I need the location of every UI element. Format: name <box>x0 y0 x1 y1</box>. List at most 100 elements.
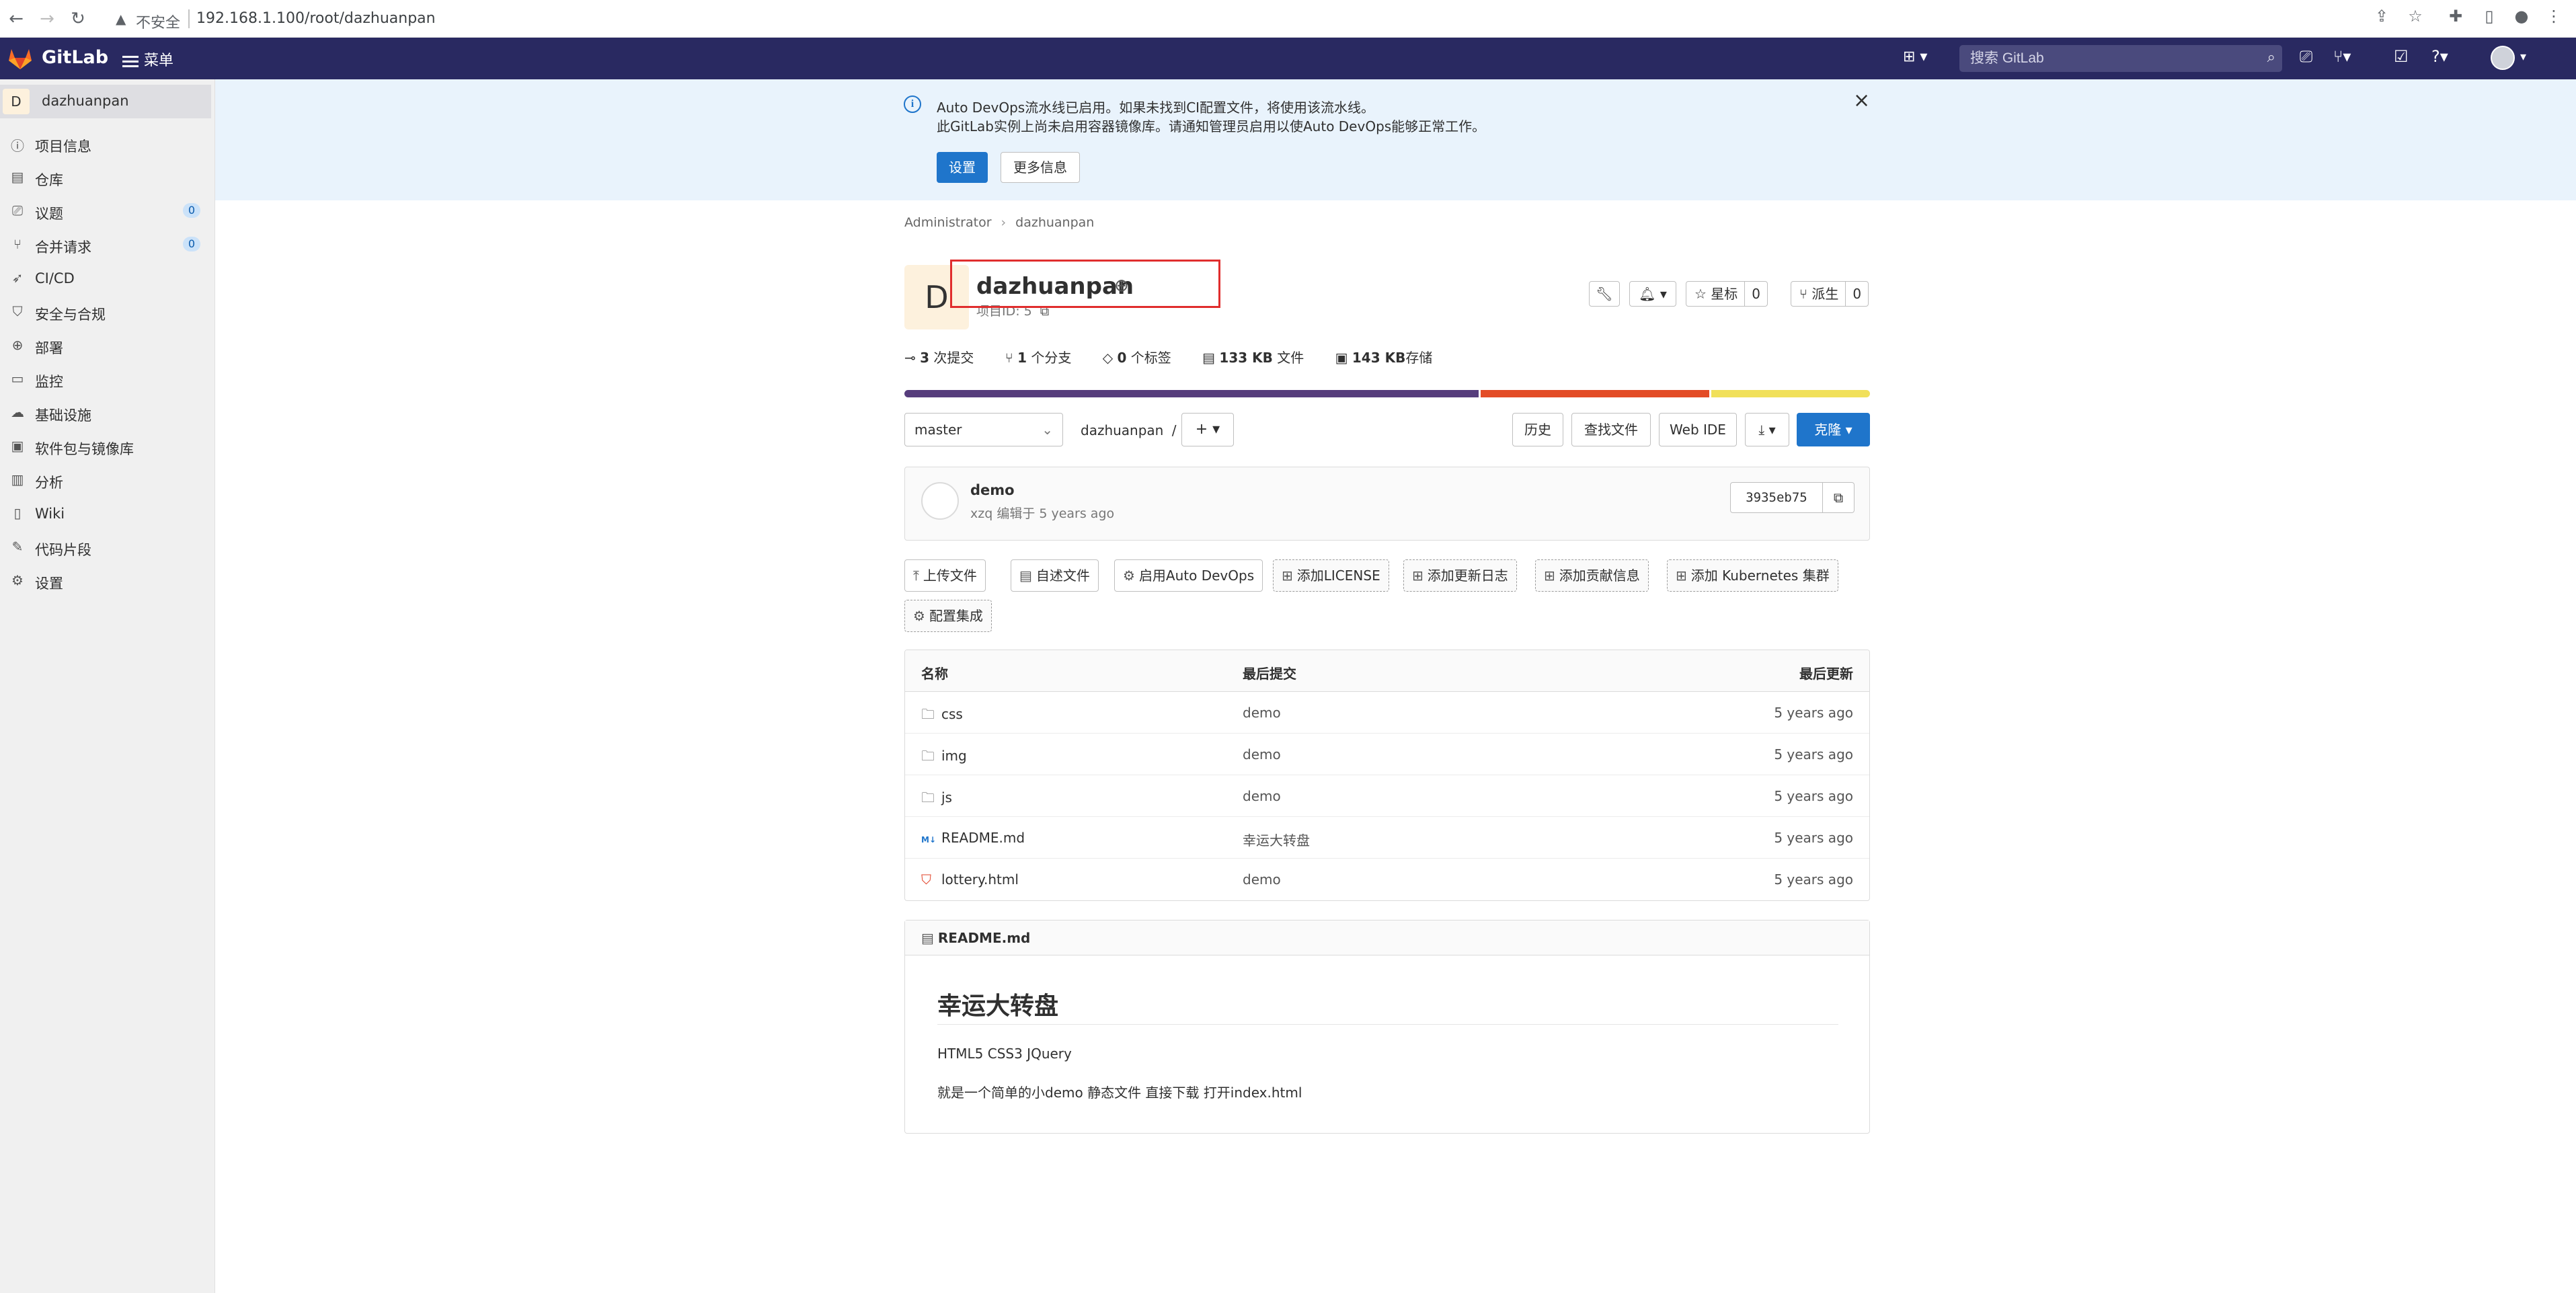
language-segment[interactable] <box>904 390 1479 397</box>
language-segment[interactable] <box>1711 390 1870 397</box>
sidebar-item-snippets[interactable]: ✎ 代码片段 <box>0 531 211 562</box>
table-row[interactable]: 🗀︎ css demo 5 years ago <box>905 692 1869 734</box>
file-name-cell[interactable]: M↓ README.md <box>921 830 1025 846</box>
side-panel-icon[interactable]: ▯ <box>2477 7 2501 26</box>
star-button[interactable]: ☆ 星标 0 <box>1686 281 1768 307</box>
file-name-cell[interactable]: 🗀︎ img <box>921 746 967 769</box>
sidebar-item-infrastructure[interactable]: ☁ 基础设施 <box>0 397 211 428</box>
history-button[interactable]: 历史 <box>1512 413 1563 446</box>
gitlab-brand[interactable]: GitLab <box>42 47 108 68</box>
banner-more-info-button[interactable]: 更多信息 <box>1001 152 1080 183</box>
issues-header-icon[interactable]: ⎚ <box>2300 47 2312 66</box>
quick-action-label: 上传文件 <box>923 567 977 584</box>
add-contributing-button[interactable]: ⊞ 添加贡献信息 <box>1535 559 1649 592</box>
share-icon[interactable]: ⇪ <box>2370 7 2394 26</box>
commit-author-avatar[interactable] <box>921 482 959 520</box>
storage-label: 存储 <box>1405 350 1433 366</box>
copy-sha-button[interactable]: ⧉ <box>1822 482 1855 513</box>
sidebar-item-monitor[interactable]: ▭ 监控 <box>0 363 211 394</box>
banner-settings-button[interactable]: 设置 <box>937 152 988 183</box>
sidebar-item-settings[interactable]: ⚙ 设置 <box>0 565 211 596</box>
tags-stat[interactable]: ◇ 0 个标签 <box>1103 350 1185 366</box>
search-box[interactable]: ⌕ <box>1959 45 2282 72</box>
table-row[interactable]: M↓ README.md 幸运大转盘 5 years ago <box>905 817 1869 859</box>
auto-devops-banner: i Auto DevOps流水线已启用。如果未找到CI配置文件，将使用该流水线。… <box>215 79 2576 200</box>
readme-filename: README.md <box>937 930 1031 946</box>
add-license-button[interactable]: ⊞ 添加LICENSE <box>1273 559 1389 592</box>
profile-icon[interactable]: ● <box>2509 7 2534 26</box>
sidebar-item-packages[interactable]: ▣ 软件包与镜像库 <box>0 430 211 461</box>
merge-requests-header-icon[interactable]: ⑂▾ <box>2333 47 2351 66</box>
commits-stat[interactable]: ⊸ 3 次提交 <box>904 350 987 366</box>
sidebar-item-merge-requests[interactable]: ⑂ 合并请求 0 <box>0 229 211 260</box>
table-row[interactable]: 🗀︎ js demo 5 years ago <box>905 775 1869 817</box>
upload-file-button[interactable]: ⤒ 上传文件 <box>904 559 986 592</box>
gitlab-logo-icon[interactable] <box>8 47 32 70</box>
new-dropdown-button[interactable]: ⊞ ▾ <box>1903 48 1927 65</box>
clone-button[interactable]: 克隆 ▾ <box>1797 413 1870 446</box>
file-last-commit[interactable]: demo <box>1243 746 1281 762</box>
file-name-cell[interactable]: 🗀︎ js <box>921 788 952 811</box>
add-changelog-button[interactable]: ⊞ 添加更新日志 <box>1403 559 1517 592</box>
branches-count: 1 <box>1017 350 1027 366</box>
sidebar-item-project-info[interactable]: ⓘ 项目信息 <box>0 128 211 159</box>
repository-languages-bar[interactable] <box>904 390 1870 397</box>
commit-message[interactable]: demo <box>970 482 1015 498</box>
todos-icon[interactable]: ☑ <box>2394 47 2409 66</box>
file-last-commit[interactable]: 幸运大转盘 <box>1243 830 1310 849</box>
extensions-icon[interactable]: ✚ <box>2444 7 2468 26</box>
breadcrumb-item[interactable]: Administrator <box>904 215 992 230</box>
file-name-cell[interactable]: ⛉ lottery.html <box>921 871 1019 888</box>
monitor-icon: ▭ <box>11 370 24 387</box>
file-name: js <box>941 789 952 806</box>
user-avatar[interactable] <box>2491 46 2515 70</box>
add-kubernetes-cluster-button[interactable]: ⊞ 添加 Kubernetes 集群 <box>1667 559 1838 592</box>
notification-button[interactable]: 🔔︎ ▾ <box>1629 281 1676 307</box>
table-row[interactable]: 🗀︎ img demo 5 years ago <box>905 734 1869 775</box>
web-ide-button[interactable]: Web IDE <box>1659 413 1737 446</box>
sidebar-item-deployments[interactable]: ⊕ 部署 <box>0 329 211 360</box>
branches-stat[interactable]: ⑂ 1 个分支 <box>1005 350 1085 366</box>
table-row[interactable]: ⛉ lottery.html demo 5 years ago <box>905 859 1869 900</box>
sidebar-item-cicd[interactable]: ➶ CI/CD <box>0 262 211 293</box>
breadcrumb-item[interactable]: dazhuanpan <box>1015 215 1094 230</box>
language-segment[interactable] <box>1480 390 1710 397</box>
sidebar-item-security[interactable]: ⛉ 安全与合规 <box>0 296 211 327</box>
bookmark-star-icon[interactable]: ☆ <box>2403 7 2427 26</box>
file-name-cell[interactable]: 🗀︎ css <box>921 705 963 728</box>
help-icon[interactable]: ?▾ <box>2431 47 2448 66</box>
sidebar-item-analytics[interactable]: ▥ 分析 <box>0 464 211 495</box>
storage-stat[interactable]: ▣ 143 KB存储 <box>1335 350 1446 366</box>
commit-sha[interactable]: 3935eb75 <box>1730 482 1823 513</box>
close-icon[interactable]: × <box>1853 89 1870 112</box>
configure-integrations-button[interactable]: ⚙ 配置集成 <box>904 600 992 632</box>
branch-selector[interactable]: master ⌄ <box>904 413 1063 446</box>
reload-icon[interactable]: ↻ <box>66 7 90 31</box>
sidebar-item-wiki[interactable]: ▯ Wiki <box>0 498 211 528</box>
file-last-commit[interactable]: demo <box>1243 788 1281 804</box>
readme-header[interactable]: ▤ README.md <box>905 920 1869 955</box>
download-button[interactable]: ⤓ ▾ <box>1745 413 1789 446</box>
readme-paragraph: 就是一个简单的小demo 静态文件 直接下载 打开index.html <box>937 1085 1302 1101</box>
address-bar[interactable]: ▲ 不安全 192.168.1.100/root/dazhuanpan <box>101 5 2347 32</box>
sidebar-item-issues[interactable]: ⎚ 议题 0 <box>0 195 211 226</box>
back-icon[interactable]: ← <box>4 7 28 31</box>
readme-button[interactable]: ▤ 自述文件 <box>1011 559 1099 592</box>
fork-button[interactable]: ⑂ 派生 0 <box>1791 281 1869 307</box>
url-text[interactable]: 192.168.1.100/root/dazhuanpan <box>196 10 436 27</box>
files-stat[interactable]: ▤ 133 KB 文件 <box>1202 350 1317 366</box>
sidebar-project-header[interactable]: D dazhuanpan <box>0 85 211 118</box>
file-last-commit[interactable]: demo <box>1243 871 1281 888</box>
add-to-tree-button[interactable]: + ▾ <box>1181 413 1234 446</box>
search-input[interactable] <box>1959 45 2242 72</box>
path-root[interactable]: dazhuanpan <box>1081 422 1163 438</box>
admin-wrench-button[interactable]: 🔧︎ <box>1589 281 1620 307</box>
enable-auto-devops-button[interactable]: ⚙ 启用Auto DevOps <box>1114 559 1263 592</box>
sidebar-item-repository[interactable]: ▤ 仓库 <box>0 161 211 192</box>
file-last-commit[interactable]: demo <box>1243 705 1281 721</box>
menu-button[interactable]: 菜单 <box>122 48 173 70</box>
forward-icon[interactable]: → <box>35 7 59 31</box>
browser-menu-icon[interactable]: ⋮ <box>2542 7 2566 26</box>
user-chevron-icon[interactable]: ▾ <box>2520 50 2526 64</box>
find-file-button[interactable]: 查找文件 <box>1571 413 1651 446</box>
